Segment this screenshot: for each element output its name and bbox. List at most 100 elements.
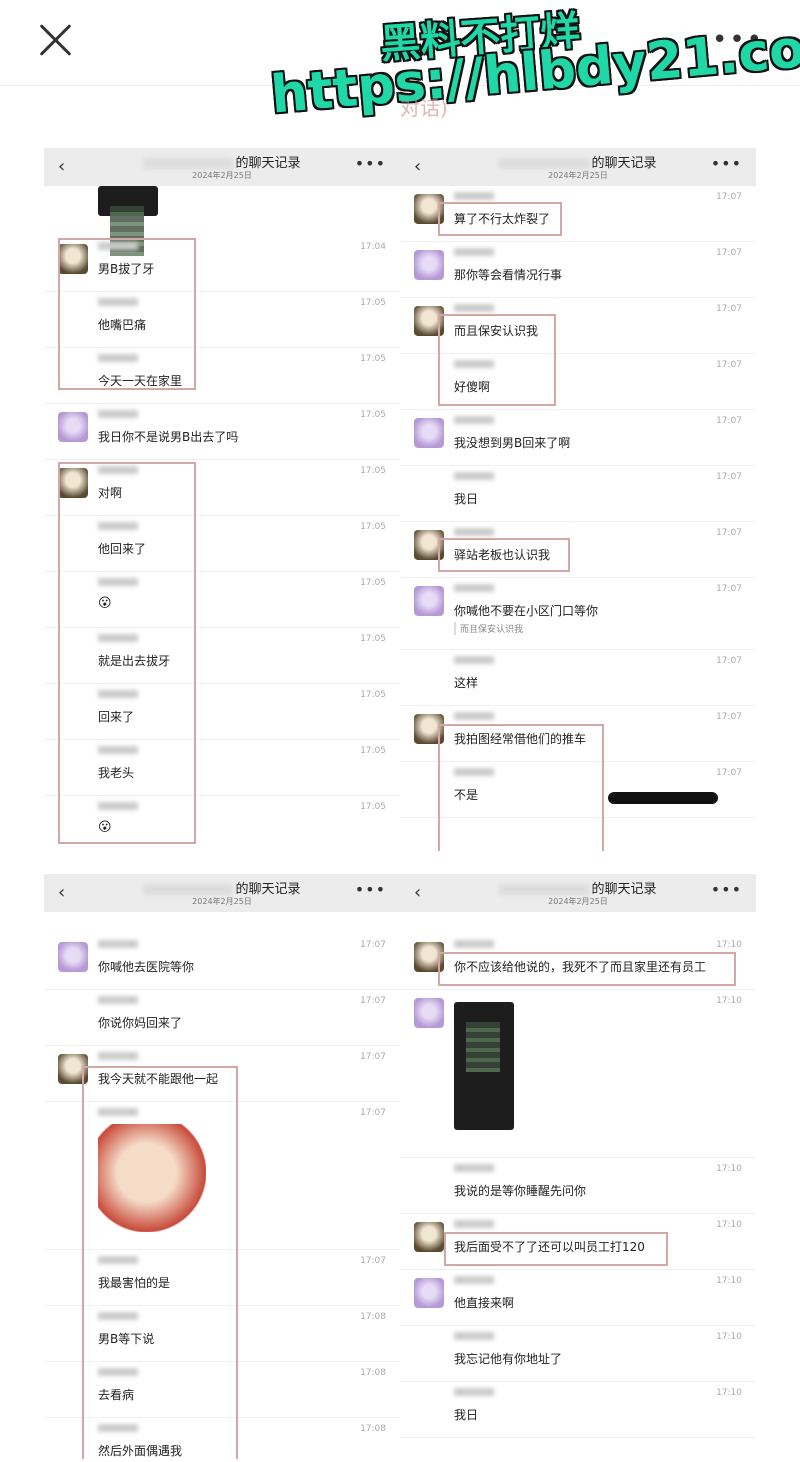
list-item: 你喊他不要在小区门口等你 而且保安认识我 17:07: [400, 578, 756, 650]
avatar: [414, 194, 444, 224]
redaction-mark: [608, 792, 718, 804]
message-text: 我忘记他有你地址了: [454, 1352, 563, 1366]
list-item: 我忘记他有你地址了 17:10: [400, 1326, 756, 1382]
message-time: 17:04: [360, 242, 386, 252]
message-text: 不是: [454, 788, 479, 802]
message-time: 17:10: [716, 1276, 742, 1286]
panel-title: 的聊天记录: [591, 156, 657, 171]
message-text: 我后面受不了了还可以叫员工打120: [454, 1240, 645, 1254]
message-text: 今天一天在家里: [98, 374, 183, 388]
message-time: 17:05: [360, 634, 386, 644]
panel-date: 2024年2月25日: [548, 171, 608, 180]
message-text: 我说的是等你睡醒先问你: [454, 1184, 587, 1198]
blurred-names: [143, 158, 234, 169]
message-text: 你喊他不要在小区门口等你: [454, 604, 599, 618]
more-icon[interactable]: •••: [711, 880, 742, 899]
message-text: 男B拔了牙: [98, 262, 155, 276]
quoted-reply: 而且保安认识我: [454, 622, 523, 635]
message-text: 我日你不是说男B出去了吗: [98, 430, 239, 444]
image-thumbnail[interactable]: [454, 1002, 514, 1130]
message-time: 17:10: [716, 996, 742, 1006]
list-item: 去看病 17:08: [44, 1362, 400, 1418]
message-emoji: 😮: [98, 596, 112, 611]
avatar: [414, 586, 444, 616]
message-text: 他直接来啊: [454, 1296, 515, 1310]
message-time: 17:05: [360, 802, 386, 812]
message-time: 17:05: [360, 410, 386, 420]
message-text: 他嘴巴痛: [98, 318, 147, 332]
message-text: 我日: [454, 492, 479, 506]
message-time: 17:07: [360, 940, 386, 950]
more-icon[interactable]: •••: [711, 154, 742, 173]
message-text: 回来了: [98, 710, 135, 724]
message-time: 17:07: [716, 192, 742, 202]
list-item: 对啊 17:05: [44, 460, 400, 516]
message-text: 去看病: [98, 1388, 135, 1402]
message-text: 对啊: [98, 486, 123, 500]
image-thumbnail[interactable]: [98, 186, 158, 256]
list-item: 回来了 17:05: [44, 684, 400, 740]
list-item: 你喊他去医院等你 17:07: [44, 934, 400, 990]
faded-caption: 对话): [400, 96, 448, 120]
message-time: 17:07: [716, 768, 742, 778]
message-time: 17:07: [716, 416, 742, 426]
message-text: 你不应该给他说的，我死不了而且家里还有员工: [454, 960, 707, 974]
panel-header: ‹ 的聊天记录 2024年2月25日 •••: [400, 148, 756, 186]
list-item: 我说的是等你睡醒先问你 17:10: [400, 1158, 756, 1214]
blurred-names: [499, 158, 590, 169]
list-item: 算了不行太炸裂了 17:07: [400, 186, 756, 242]
message-text: 我最害怕的是: [98, 1276, 171, 1290]
message-text: 我今天就不能跟他一起: [98, 1072, 219, 1086]
message-time: 17:10: [716, 1388, 742, 1398]
avatar: [414, 530, 444, 560]
message-text: 那你等会看情况行事: [454, 268, 563, 282]
blurred-names: [499, 884, 590, 895]
avatar: [58, 942, 88, 972]
list-item: 男B拔了牙 17:04: [44, 236, 400, 292]
message-time: 17:08: [360, 1312, 386, 1322]
message-text: 我日: [454, 1408, 479, 1422]
list-item: 驿站老板也认识我 17:07: [400, 522, 756, 578]
panel-date: 2024年2月25日: [192, 897, 252, 906]
chat-panel-1: ‹ 的聊天记录 2024年2月25日 ••• 男B拔了牙 17:04 他嘴巴痛 17…: [44, 148, 400, 851]
close-icon[interactable]: [38, 22, 74, 58]
message-time: 17:08: [360, 1424, 386, 1434]
avatar: [414, 1278, 444, 1308]
panel-header: ‹ 的聊天记录 2024年2月25日 •••: [400, 874, 756, 912]
avatar: [58, 1054, 88, 1084]
message-time: 17:07: [716, 712, 742, 722]
list-item: 我日 17:07: [400, 466, 756, 522]
chat-panel-3: ‹ 的聊天记录 2024年2月25日 ••• 你喊他去医院等你 17:07 你说你…: [44, 874, 400, 1459]
avatar: [414, 306, 444, 336]
list-item: 我最害怕的是 17:07: [44, 1250, 400, 1306]
list-item: 17:07: [44, 1102, 400, 1250]
message-time: 17:07: [716, 584, 742, 594]
list-item: 我拍图经常借他们的推车 17:07: [400, 706, 756, 762]
panel-title: 的聊天记录: [235, 882, 301, 897]
message-text: 这样: [454, 676, 479, 690]
message-time: 17:10: [716, 1164, 742, 1174]
message-text: 好傻啊: [454, 380, 491, 394]
message-time: 17:05: [360, 690, 386, 700]
list-item: 你不应该给他说的，我死不了而且家里还有员工 17:10: [400, 934, 756, 990]
list-item: 😮 17:05: [44, 572, 400, 628]
list-item: 我今天就不能跟他一起 17:07: [44, 1046, 400, 1102]
more-icon[interactable]: •••: [355, 880, 386, 899]
message-text: 就是出去拔牙: [98, 654, 171, 668]
sticker-image[interactable]: [98, 1124, 206, 1232]
message-time: 17:10: [716, 1332, 742, 1342]
panel-date: 2024年2月25日: [192, 171, 252, 180]
list-item: 我老头 17:05: [44, 740, 400, 796]
message-text: 我没想到男B回来了啊: [454, 436, 571, 450]
panel-title: 的聊天记录: [591, 882, 657, 897]
list-item: 17:10: [400, 990, 756, 1158]
message-time: 17:05: [360, 354, 386, 364]
list-item: 男B等下说 17:08: [44, 1306, 400, 1362]
panel-title: 的聊天记录: [235, 156, 301, 171]
list-item: 我后面受不了了还可以叫员工打120 17:10: [400, 1214, 756, 1270]
message-time: 17:10: [716, 940, 742, 950]
message-time: 17:05: [360, 298, 386, 308]
list-item: 今天一天在家里 17:05: [44, 348, 400, 404]
more-icon[interactable]: •••: [355, 154, 386, 173]
message-time: 17:07: [360, 996, 386, 1006]
